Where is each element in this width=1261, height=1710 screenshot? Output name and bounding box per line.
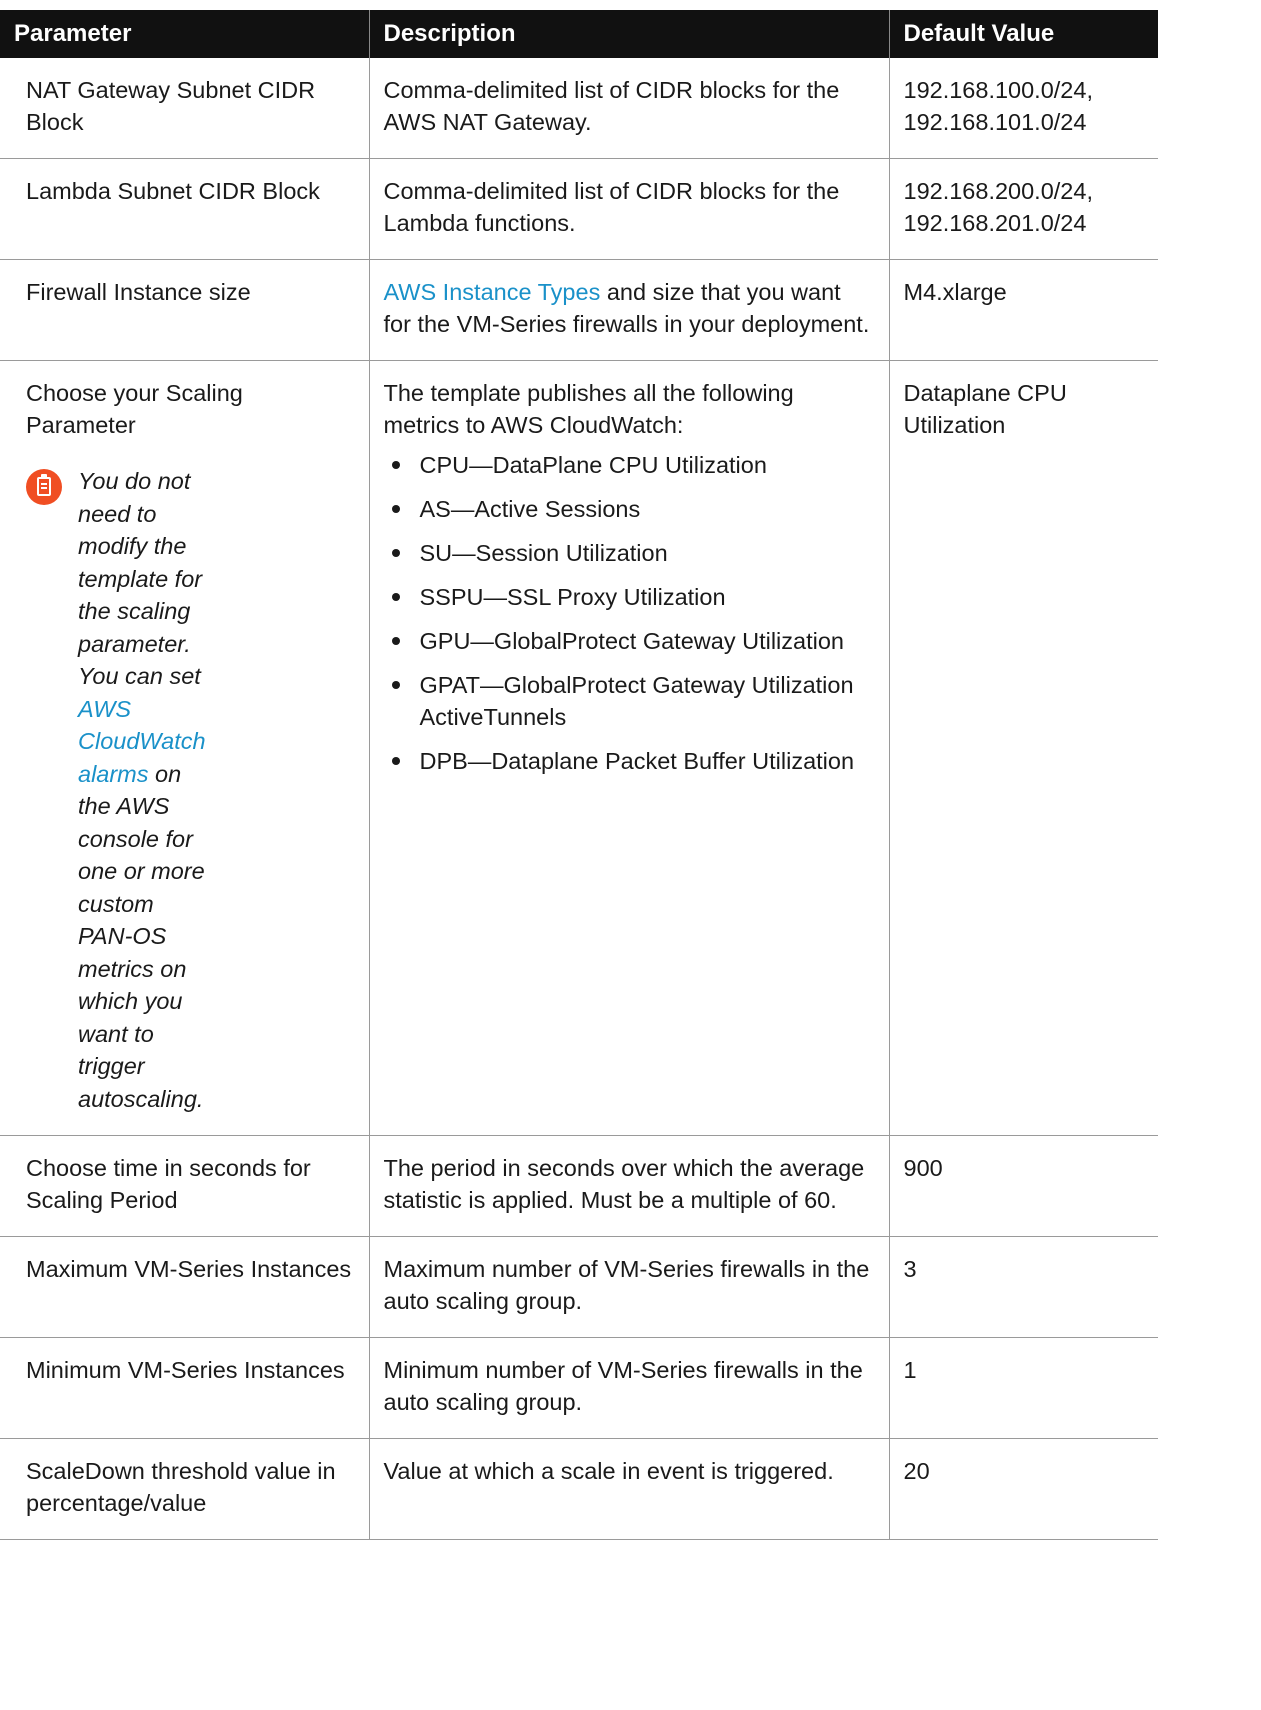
aws-cloudwatch-alarms-link[interactable]: AWS CloudWatch alarms [78, 696, 206, 787]
description-cell: Comma-delimited list of CIDR blocks for … [368, 58, 889, 159]
list-item: GPAT—GlobalProtect Gateway Utilization A… [384, 669, 875, 733]
default-cell: 900 [888, 1135, 1158, 1237]
list-item: SSPU—SSL Proxy Utilization [384, 581, 875, 613]
description-intro: The template publishes all the following… [383, 380, 794, 438]
param-cell: Firewall Instance size [0, 259, 369, 361]
description-cell: Value at which a scale in event is trigg… [368, 1438, 889, 1540]
param-cell: Minimum VM-Series Instances [0, 1337, 369, 1439]
param-cell: Choose your Scaling Parameter You do not… [0, 360, 369, 1136]
note-text-before: You do not need to modify the template f… [78, 468, 203, 689]
table-row: Lambda Subnet CIDR Block Comma-delimited… [0, 158, 1158, 260]
table-row: Choose time in seconds for Scaling Perio… [0, 1135, 1158, 1237]
description-cell: The template publishes all the following… [368, 360, 889, 1136]
table-row: Maximum VM-Series Instances Maximum numb… [0, 1236, 1158, 1338]
param-cell: NAT Gateway Subnet CIDR Block [0, 58, 369, 159]
note-text-after: on the AWS console for one or more custo… [78, 760, 205, 1112]
table-row: Firewall Instance size AWS Instance Type… [0, 259, 1158, 361]
default-cell: 192.168.200.0/24, 192.168.201.0/24 [888, 158, 1158, 260]
note-clipboard-icon [26, 469, 62, 505]
description-cell: The period in seconds over which the ave… [368, 1135, 889, 1237]
header-default-value: Default Value [888, 10, 1158, 58]
aws-instance-types-link[interactable]: AWS Instance Types [384, 279, 601, 305]
description-cell: Maximum number of VM-Series firewalls in… [368, 1236, 889, 1338]
default-cell: 3 [888, 1236, 1158, 1338]
param-cell: ScaleDown threshold value in percentage/… [0, 1438, 369, 1540]
table-header-row: Parameter Description Default Value [0, 10, 1158, 58]
default-cell: Dataplane CPU Utilization [888, 360, 1158, 1136]
param-cell: Choose time in seconds for Scaling Perio… [0, 1135, 369, 1237]
description-cell: AWS Instance Types and size that you wan… [368, 259, 889, 361]
default-cell: 20 [888, 1438, 1158, 1540]
default-cell: 1 [888, 1337, 1158, 1439]
note-callout: You do not need to modify the template f… [26, 465, 355, 1115]
table-row: Choose your Scaling Parameter You do not… [0, 360, 1158, 1136]
list-item: DPB—Dataplane Packet Buffer Utilization [384, 745, 875, 777]
default-cell: M4.xlarge [888, 259, 1158, 361]
table-row: NAT Gateway Subnet CIDR Block Comma-deli… [0, 58, 1158, 159]
param-cell: Lambda Subnet CIDR Block [0, 158, 369, 260]
note-icon-wrapper [26, 465, 78, 1115]
param-name: Choose your Scaling Parameter [26, 380, 243, 438]
metrics-list: CPU—DataPlane CPU Utilization AS—Active … [384, 449, 875, 777]
list-item: AS—Active Sessions [384, 493, 875, 525]
list-item: SU—Session Utilization [384, 537, 875, 569]
list-item: CPU—DataPlane CPU Utilization [384, 449, 875, 481]
table-row: Minimum VM-Series Instances Minimum numb… [0, 1337, 1158, 1439]
param-cell: Maximum VM-Series Instances [0, 1236, 369, 1338]
header-description: Description [368, 10, 889, 58]
list-item: GPU—GlobalProtect Gateway Utilization [384, 625, 875, 657]
note-text: You do not need to modify the template f… [78, 465, 208, 1115]
parameter-table-container: Parameter Description Default Value NAT … [0, 10, 1158, 1540]
description-cell: Minimum number of VM-Series firewalls in… [368, 1337, 889, 1439]
table-row: ScaleDown threshold value in percentage/… [0, 1438, 1158, 1540]
parameter-table: Parameter Description Default Value NAT … [0, 10, 1158, 1540]
default-cell: 192.168.100.0/24, 192.168.101.0/24 [888, 58, 1158, 159]
header-parameter: Parameter [0, 10, 369, 58]
description-cell: Comma-delimited list of CIDR blocks for … [368, 158, 889, 260]
